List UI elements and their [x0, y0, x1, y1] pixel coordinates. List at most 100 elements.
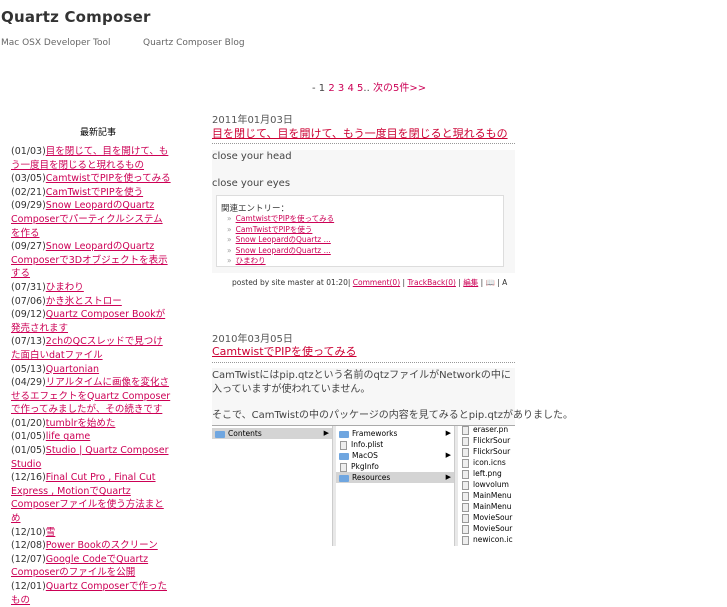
finder-row: MainMenu — [458, 501, 512, 512]
sidebar-item: (09/29)Snow LeopardのQuartz Composerでパーティ… — [11, 199, 171, 240]
sidebar-item-link[interactable]: ひまわり — [46, 282, 84, 293]
related-item[interactable]: » Snow LeopardのQuartz ... — [227, 246, 334, 257]
nav-blog[interactable]: Quartz Composer Blog — [143, 38, 245, 48]
file-icon — [462, 447, 469, 457]
sidebar-item-link[interactable]: 雪 — [46, 527, 56, 538]
sidebar-recent-list: (01/03)目を閉じて、目を開けて、もう一度目を閉じると現れるもの (03/05… — [11, 145, 171, 607]
finder-column-1: Contents ▶ — [212, 426, 333, 546]
finder-row: FlickrSour — [458, 446, 510, 457]
finder-row: eraser.pn — [458, 425, 509, 435]
pager-ellipsis: .. — [363, 83, 370, 94]
finder-row: left.png — [458, 468, 502, 479]
finder-row-label: MovieSour — [473, 524, 513, 533]
sidebar-item: (07/06)かき氷とストロー — [11, 295, 171, 309]
sidebar-item-date: (01/05) — [11, 445, 46, 457]
file-icon — [462, 426, 469, 435]
related-item[interactable]: » ひまわり — [227, 256, 334, 267]
sidebar-item-date: (05/13) — [11, 363, 46, 375]
sidebar-item: (12/08)Power Bookのスクリーン — [11, 539, 171, 553]
sidebar-item-link[interactable]: かき氷とストロー — [46, 296, 122, 307]
sidebar-item-link[interactable]: Power Bookのスクリーン — [46, 540, 158, 551]
sidebar-item-link[interactable]: tumblrを始めた — [46, 418, 116, 429]
finder-row: FlickrSour — [458, 435, 510, 446]
sidebar-item: (07/31)ひまわり — [11, 281, 171, 295]
related-item-link[interactable]: Snow LeopardのQuartz ... — [236, 246, 331, 255]
bullet-icon: » — [227, 214, 232, 223]
file-icon — [462, 513, 469, 523]
file-icon — [462, 502, 469, 512]
finder-row: lowvolum — [458, 479, 509, 490]
nav-developer-tool[interactable]: Mac OSX Developer Tool — [1, 38, 111, 48]
folder-icon — [339, 452, 349, 460]
bullet-icon: » — [227, 235, 232, 244]
entry-body: CamTwistにはpip.qtzという名前のqtzファイルがNetworkの中… — [212, 368, 573, 425]
sidebar-item: (09/12)Quartz Composer Bookが発売されます — [11, 308, 171, 335]
sidebar-item-link[interactable]: CamTwistでPIPを使う — [46, 187, 143, 198]
finder-row-label: MainMenu — [473, 502, 512, 511]
finder-row-label: eraser.pn — [473, 425, 509, 434]
finder-row-label: Info.plist — [351, 440, 384, 449]
related-item[interactable]: » Snow LeopardのQuartz ... — [227, 235, 334, 246]
sidebar-item-date: (09/12) — [11, 309, 46, 321]
related-item-link[interactable]: CamtwistでPIPを使ってみる — [236, 214, 335, 223]
finder-row-label: left.png — [473, 469, 502, 478]
trackback-link[interactable]: TrackBack(0) — [407, 278, 455, 287]
sidebar-item-date: (02/21) — [11, 186, 46, 198]
pager-page-4[interactable]: 4 — [347, 83, 353, 94]
sidebar-item-date: (04/29) — [11, 377, 46, 389]
comment-link[interactable]: Comment(0) — [353, 278, 400, 287]
finder-row: MacOS ▶ — [336, 450, 454, 461]
sidebar-item-date: (01/20) — [11, 417, 46, 429]
posted-by: posted by site master at 01:20| — [232, 278, 351, 287]
related-item-link[interactable]: CamTwistでPIPを使う — [236, 225, 313, 234]
finder-row-label: Frameworks — [352, 429, 398, 438]
folder-icon — [339, 474, 349, 482]
related-item-link[interactable]: Snow LeopardのQuartz ... — [236, 235, 331, 244]
pager-page-2[interactable]: 2 — [328, 83, 334, 94]
chevron-right-icon: ▶ — [445, 429, 451, 437]
finder-row: icon.icns — [458, 457, 506, 468]
edit-link[interactable]: 編集 — [463, 278, 478, 287]
entry-title[interactable]: CamtwistでPIPを使ってみる — [212, 343, 357, 359]
finder-row-label: FlickrSour — [473, 447, 511, 456]
finder-row: Contents ▶ — [212, 428, 332, 439]
site-title[interactable]: Quartz Composer — [1, 8, 151, 26]
sidebar-item-date: (12/16) — [11, 472, 46, 484]
file-icon — [462, 469, 469, 479]
site-nav: Mac OSX Developer Tool Quartz Composer B… — [1, 38, 245, 48]
finder-row-label: newicon.ic — [473, 535, 513, 544]
related-item-link[interactable]: ひまわり — [236, 256, 266, 265]
related-title: 関連エントリー： — [221, 204, 290, 214]
sidebar-item-date: (09/29) — [11, 200, 46, 212]
sidebar-item: (12/16)Final Cut Pro , Final Cut Express… — [11, 471, 171, 525]
file-icon — [340, 462, 347, 472]
folder-icon — [215, 430, 225, 438]
finder-row-label: MacOS — [352, 451, 378, 460]
sidebar-item: (02/21)CamTwistでPIPを使う — [11, 186, 171, 200]
sidebar-item-link[interactable]: Quartonian — [46, 364, 99, 375]
entry-title[interactable]: 目を閉じて、目を開けて、もう一度目を閉じると現れるもの — [212, 125, 508, 141]
related-item[interactable]: » CamTwistでPIPを使う — [227, 225, 334, 236]
chevron-right-icon: ▶ — [445, 473, 451, 481]
related-item[interactable]: » CamtwistでPIPを使ってみる — [227, 214, 334, 225]
entry-line: close your head — [212, 151, 292, 162]
bookmark-icon[interactable]: | 📖 | A — [481, 278, 508, 287]
bullet-icon: » — [227, 224, 232, 234]
sidebar-item-date: (09/27) — [11, 241, 46, 253]
finder-row-label: Resources — [352, 473, 391, 482]
sidebar-item-date: (03/05) — [11, 173, 46, 185]
finder-row: MovieSour — [458, 512, 512, 523]
entry-date: 2011年01月03日 — [212, 115, 293, 126]
file-icon — [462, 458, 469, 468]
finder-row: MainMenu — [458, 490, 512, 501]
pager-current: 1 — [318, 83, 326, 94]
sidebar-item: (01/20)tumblrを始めた — [11, 417, 171, 431]
pager-next[interactable]: 次の5件>> — [373, 83, 426, 94]
sidebar-item-link[interactable]: life game — [46, 431, 90, 442]
sidebar-item: (01/05)Studio | Quartz Composer Studio — [11, 444, 171, 471]
finder-row-label: lowvolum — [473, 480, 509, 489]
pager-page-3[interactable]: 3 — [338, 83, 344, 94]
sidebar-item-link[interactable]: CamtwistでPIPを使ってみる — [46, 173, 171, 184]
sidebar-item: (12/10)雪 — [11, 526, 171, 540]
sidebar-item-date: (01/03) — [11, 146, 46, 157]
